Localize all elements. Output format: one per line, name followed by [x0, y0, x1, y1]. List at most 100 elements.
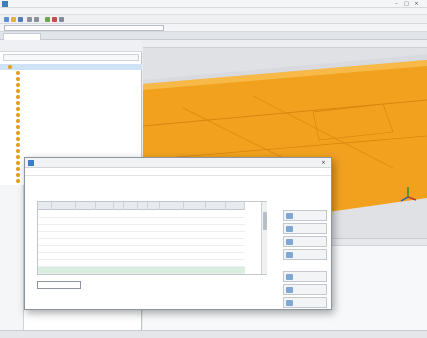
- menu-item[interactable]: [85, 9, 103, 14]
- table-cell: [96, 260, 114, 266]
- dialog-menu-item[interactable]: [46, 169, 64, 175]
- table-row[interactable]: [38, 260, 245, 267]
- table-cell: [52, 246, 76, 252]
- maximize-icon[interactable]: □: [403, 1, 410, 7]
- table-cell: [206, 225, 226, 231]
- close-icon[interactable]: ×: [320, 160, 327, 166]
- menu-item[interactable]: [167, 9, 179, 14]
- dialog-action-button[interactable]: [283, 249, 327, 260]
- column-header[interactable]: [226, 202, 245, 210]
- dialog-menu-item[interactable]: [84, 169, 98, 175]
- undo-icon[interactable]: [27, 17, 32, 22]
- tab-strip: [0, 32, 427, 40]
- column-header[interactable]: [114, 202, 124, 210]
- part-icon: [16, 173, 20, 177]
- menu-item[interactable]: [139, 9, 153, 14]
- table-cell: [114, 246, 124, 252]
- property-label: [2, 219, 22, 223]
- table-cell: [96, 218, 114, 224]
- action-icon: [286, 287, 293, 293]
- menu-item[interactable]: [69, 9, 83, 14]
- action-icon: [286, 226, 293, 232]
- column-header[interactable]: [52, 202, 76, 210]
- table-cell: [206, 260, 226, 266]
- table-row[interactable]: [38, 239, 245, 246]
- data-table: [37, 201, 267, 275]
- menu-item[interactable]: [181, 9, 193, 14]
- menu-item[interactable]: [19, 9, 35, 14]
- column-header[interactable]: [38, 202, 52, 210]
- table-row[interactable]: [38, 246, 245, 253]
- table-cell: [226, 218, 245, 224]
- dialog-action-button[interactable]: [283, 284, 327, 295]
- close-icon[interactable]: ×: [413, 1, 420, 7]
- run-icon[interactable]: [45, 17, 50, 22]
- table-cell: [184, 253, 206, 259]
- column-header[interactable]: [148, 202, 160, 210]
- app-window: – □ × ×: [0, 0, 427, 338]
- dialog-action-button[interactable]: [283, 223, 327, 234]
- dialog-section-heading: [39, 182, 239, 189]
- tree-filter-input[interactable]: [3, 54, 139, 61]
- table-cell: [184, 211, 206, 217]
- part-icon: [16, 155, 20, 159]
- table-row[interactable]: [38, 253, 245, 260]
- menu-item[interactable]: [155, 9, 165, 14]
- property-label: [2, 237, 22, 241]
- column-header[interactable]: [184, 202, 206, 210]
- redo-icon[interactable]: [34, 17, 39, 22]
- menu-item[interactable]: [105, 9, 119, 14]
- dialog-action-button[interactable]: [283, 271, 327, 282]
- table-row[interactable]: [38, 211, 245, 218]
- action-icon: [286, 252, 293, 258]
- table-cell: [206, 232, 226, 238]
- table-cell: [96, 253, 114, 259]
- table-scrollbar[interactable]: [261, 202, 267, 274]
- menu-item[interactable]: [3, 9, 17, 14]
- address-bar: [0, 24, 427, 32]
- table-row[interactable]: [38, 218, 245, 225]
- output-panel-text: [343, 240, 423, 245]
- dialog-menu-item[interactable]: [67, 169, 81, 175]
- stop-icon[interactable]: [52, 17, 57, 22]
- dialog-action-button[interactable]: [283, 297, 327, 308]
- table-cell: [38, 267, 52, 273]
- menu-item[interactable]: [53, 9, 67, 14]
- column-header[interactable]: [96, 202, 114, 210]
- dialog-input[interactable]: [37, 281, 81, 289]
- dialog-action-button[interactable]: [283, 210, 327, 221]
- dialog-menu-item[interactable]: [31, 169, 43, 175]
- menu-item[interactable]: [37, 9, 51, 14]
- table-cell: [76, 218, 96, 224]
- dialog-action-button[interactable]: [283, 236, 327, 247]
- open-folder-icon[interactable]: [11, 17, 16, 22]
- column-header[interactable]: [124, 202, 138, 210]
- minimize-icon[interactable]: –: [393, 1, 400, 7]
- table-row[interactable]: [38, 225, 245, 232]
- window-title: [10, 1, 160, 7]
- table-cell: [76, 246, 96, 252]
- table-cell: [76, 211, 96, 217]
- column-header[interactable]: [160, 202, 184, 210]
- table-cell: [138, 218, 148, 224]
- settings-icon[interactable]: [59, 17, 64, 22]
- table-scroll-thumb[interactable]: [263, 212, 267, 230]
- menu-item[interactable]: [121, 9, 137, 14]
- part-icon: [8, 65, 12, 69]
- column-header[interactable]: [76, 202, 96, 210]
- table-cell: [138, 253, 148, 259]
- table-cell: [184, 232, 206, 238]
- xyz-axes-icon: [400, 187, 417, 202]
- path-field[interactable]: [4, 25, 164, 31]
- table-row[interactable]: [38, 232, 245, 239]
- table-row[interactable]: [38, 267, 245, 274]
- column-header[interactable]: [206, 202, 226, 210]
- table-cell: [148, 218, 160, 224]
- table-cell: [160, 211, 184, 217]
- new-file-icon[interactable]: [4, 17, 9, 22]
- save-icon[interactable]: [18, 17, 23, 22]
- table-cell: [138, 246, 148, 252]
- part-icon: [16, 161, 20, 165]
- column-header[interactable]: [138, 202, 148, 210]
- tab-document[interactable]: [3, 33, 41, 40]
